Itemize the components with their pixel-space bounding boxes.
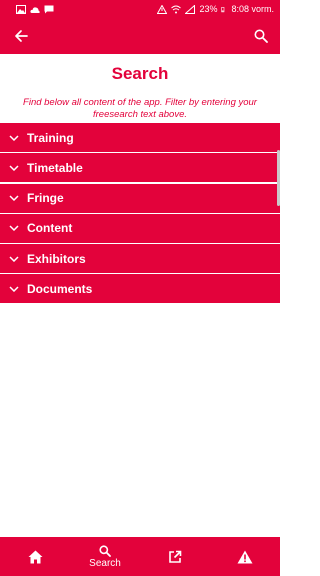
section-label: Timetable: [27, 160, 83, 175]
section-label: Fringe: [27, 191, 64, 206]
nav-home[interactable]: [5, 537, 65, 576]
section-list: Training Timetable Fringe Content Exhibi…: [0, 123, 280, 305]
warning-icon: [237, 550, 253, 563]
nav-alert[interactable]: [215, 537, 275, 576]
section-fringe[interactable]: Fringe: [0, 183, 280, 213]
nav-search-label: Search: [89, 557, 121, 569]
section-exhibitors[interactable]: Exhibitors: [0, 244, 280, 274]
home-icon: [28, 550, 42, 563]
alert-icon: [157, 4, 168, 14]
signal-icon: [185, 4, 196, 14]
page-description: Find below all content of the app. Filte…: [23, 97, 257, 120]
page-title: Search: [111, 64, 169, 83]
section-label: Training: [27, 130, 74, 145]
nav-search[interactable]: Search: [75, 537, 135, 576]
battery-level: 23%: [199, 4, 218, 14]
cloud-icon: [30, 6, 40, 13]
wifi-icon: [171, 5, 182, 13]
chevron-down-icon: [8, 222, 20, 234]
section-documents[interactable]: Documents: [0, 274, 280, 304]
section-training[interactable]: Training: [0, 123, 280, 152]
chevron-down-icon: [8, 132, 20, 144]
section-content[interactable]: Content: [0, 213, 280, 243]
search-icon: [99, 544, 111, 557]
message-icon: [44, 5, 54, 13]
section-label: Documents: [27, 281, 93, 296]
battery-icon: [221, 6, 225, 12]
chevron-down-icon: [8, 253, 20, 265]
chevron-down-icon: [8, 162, 20, 174]
arrow-left-icon: [15, 30, 28, 42]
bottom-nav: Search: [0, 537, 280, 576]
section-timetable[interactable]: Timetable: [0, 153, 280, 183]
external-link-icon: [169, 550, 182, 563]
scrollbar-thumb[interactable]: [277, 150, 280, 206]
search-button[interactable]: [250, 25, 272, 47]
chevron-down-icon: [8, 192, 20, 204]
status-bar: 23% 8:08 vorm.: [0, 0, 280, 18]
chevron-down-icon: [8, 283, 20, 295]
nav-external[interactable]: [145, 537, 205, 576]
section-label: Content: [27, 221, 73, 236]
search-icon: [254, 29, 268, 43]
app-bar: [0, 18, 280, 54]
image-icon: [16, 4, 26, 14]
back-button[interactable]: [10, 25, 32, 47]
section-label: Exhibitors: [27, 251, 86, 266]
clock: 8:08 vorm.: [231, 4, 274, 14]
